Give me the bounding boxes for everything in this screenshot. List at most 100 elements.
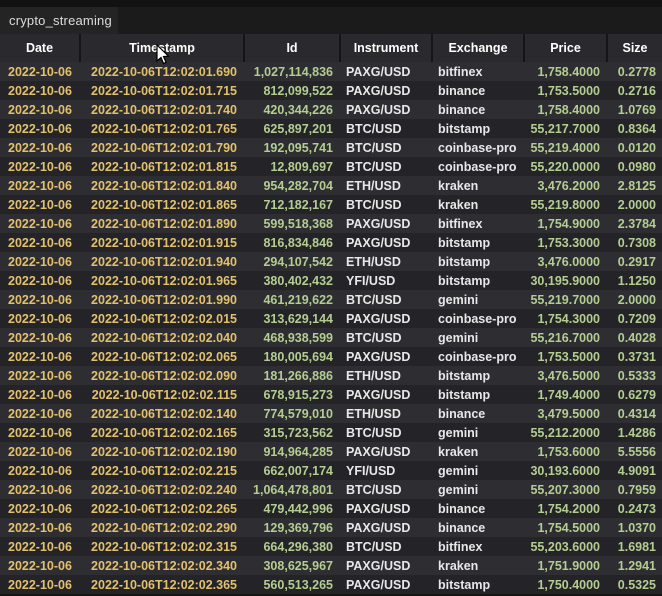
cell-date[interactable]: 2022-10-06 — [0, 404, 80, 423]
cell-timestamp[interactable]: 2022-10-06T12:02:01.715 — [80, 81, 244, 100]
table-row[interactable]: 2022-10-062022-10-06T12:02:01.865712,182… — [0, 195, 662, 214]
cell-id[interactable]: 914,964,285 — [244, 442, 340, 461]
column-header-timestamp[interactable]: Timestamp — [80, 34, 244, 62]
cell-price[interactable]: 1,751.9000 — [524, 556, 607, 575]
cell-id[interactable]: 664,296,380 — [244, 537, 340, 556]
cell-id[interactable]: 1,064,478,801 — [244, 480, 340, 499]
cell-exchange[interactable]: coinbase-pro — [432, 138, 524, 157]
table-row[interactable]: 2022-10-062022-10-06T12:02:02.265479,442… — [0, 499, 662, 518]
cell-size[interactable]: 1.6981 — [607, 537, 662, 556]
cell-date[interactable]: 2022-10-06 — [0, 423, 80, 442]
cell-exchange[interactable]: binance — [432, 81, 524, 100]
cell-exchange[interactable]: bitstamp — [432, 252, 524, 271]
cell-price[interactable]: 1,753.6000 — [524, 442, 607, 461]
cell-instrument[interactable]: PAXG/USD — [340, 309, 432, 328]
table-row[interactable]: 2022-10-062022-10-06T12:02:02.165315,723… — [0, 423, 662, 442]
cell-exchange[interactable]: gemini — [432, 328, 524, 347]
table-row[interactable]: 2022-10-062022-10-06T12:02:02.140774,579… — [0, 404, 662, 423]
cell-instrument[interactable]: YFI/USD — [340, 461, 432, 480]
cell-exchange[interactable]: binance — [432, 518, 524, 537]
cell-instrument[interactable]: ETH/USD — [340, 366, 432, 385]
cell-timestamp[interactable]: 2022-10-06T12:02:01.790 — [80, 138, 244, 157]
cell-id[interactable]: 1,027,114,836 — [244, 62, 340, 81]
cell-size[interactable]: 0.0120 — [607, 138, 662, 157]
cell-date[interactable]: 2022-10-06 — [0, 328, 80, 347]
cell-size[interactable]: 0.8364 — [607, 119, 662, 138]
cell-exchange[interactable]: coinbase-pro — [432, 157, 524, 176]
cell-price[interactable]: 1,750.4000 — [524, 575, 607, 594]
cell-date[interactable]: 2022-10-06 — [0, 214, 80, 233]
cell-price[interactable]: 55,220.0000 — [524, 157, 607, 176]
cell-instrument[interactable]: PAXG/USD — [340, 62, 432, 81]
table-row[interactable]: 2022-10-062022-10-06T12:02:01.6901,027,1… — [0, 62, 662, 81]
cell-exchange[interactable]: kraken — [432, 176, 524, 195]
cell-id[interactable]: 420,344,226 — [244, 100, 340, 119]
cell-id[interactable]: 313,629,144 — [244, 309, 340, 328]
cell-date[interactable]: 2022-10-06 — [0, 100, 80, 119]
table-row[interactable]: 2022-10-062022-10-06T12:02:01.965380,402… — [0, 271, 662, 290]
cell-id[interactable]: 816,834,846 — [244, 233, 340, 252]
cell-size[interactable]: 5.5556 — [607, 442, 662, 461]
column-header-instrument[interactable]: Instrument — [340, 34, 432, 62]
table-row[interactable]: 2022-10-062022-10-06T12:02:01.740420,344… — [0, 100, 662, 119]
cell-timestamp[interactable]: 2022-10-06T12:02:02.340 — [80, 556, 244, 575]
column-header-id[interactable]: Id — [244, 34, 340, 62]
cell-date[interactable]: 2022-10-06 — [0, 157, 80, 176]
cell-price[interactable]: 55,219.4000 — [524, 138, 607, 157]
cell-price[interactable]: 55,219.7000 — [524, 290, 607, 309]
cell-price[interactable]: 1,758.4000 — [524, 62, 607, 81]
cell-timestamp[interactable]: 2022-10-06T12:02:02.090 — [80, 366, 244, 385]
cell-instrument[interactable]: BTC/USD — [340, 328, 432, 347]
cell-id[interactable]: 625,897,201 — [244, 119, 340, 138]
cell-price[interactable]: 55,207.3000 — [524, 480, 607, 499]
column-header-date[interactable]: Date — [0, 34, 80, 62]
cell-date[interactable]: 2022-10-06 — [0, 62, 80, 81]
cell-instrument[interactable]: BTC/USD — [340, 195, 432, 214]
cell-instrument[interactable]: PAXG/USD — [340, 575, 432, 594]
cell-price[interactable]: 55,217.7000 — [524, 119, 607, 138]
cell-instrument[interactable]: PAXG/USD — [340, 81, 432, 100]
table-row[interactable]: 2022-10-062022-10-06T12:02:01.81512,809,… — [0, 157, 662, 176]
cell-exchange[interactable]: bitstamp — [432, 233, 524, 252]
cell-timestamp[interactable]: 2022-10-06T12:02:02.065 — [80, 347, 244, 366]
cell-timestamp[interactable]: 2022-10-06T12:02:02.290 — [80, 518, 244, 537]
cell-timestamp[interactable]: 2022-10-06T12:02:01.915 — [80, 233, 244, 252]
table-row[interactable]: 2022-10-062022-10-06T12:02:01.915816,834… — [0, 233, 662, 252]
cell-timestamp[interactable]: 2022-10-06T12:02:01.690 — [80, 62, 244, 81]
cell-price[interactable]: 55,212.2000 — [524, 423, 607, 442]
cell-instrument[interactable]: BTC/USD — [340, 119, 432, 138]
table-row[interactable]: 2022-10-062022-10-06T12:02:02.115678,915… — [0, 385, 662, 404]
cell-timestamp[interactable]: 2022-10-06T12:02:01.815 — [80, 157, 244, 176]
cell-date[interactable]: 2022-10-06 — [0, 461, 80, 480]
cell-instrument[interactable]: PAXG/USD — [340, 214, 432, 233]
cell-timestamp[interactable]: 2022-10-06T12:02:02.165 — [80, 423, 244, 442]
cell-date[interactable]: 2022-10-06 — [0, 195, 80, 214]
cell-price[interactable]: 55,219.8000 — [524, 195, 607, 214]
cell-size[interactable]: 0.6279 — [607, 385, 662, 404]
table-row[interactable]: 2022-10-062022-10-06T12:02:02.2401,064,4… — [0, 480, 662, 499]
cell-timestamp[interactable]: 2022-10-06T12:02:02.040 — [80, 328, 244, 347]
cell-instrument[interactable]: PAXG/USD — [340, 556, 432, 575]
cell-exchange[interactable]: binance — [432, 100, 524, 119]
cell-date[interactable]: 2022-10-06 — [0, 290, 80, 309]
cell-timestamp[interactable]: 2022-10-06T12:02:02.140 — [80, 404, 244, 423]
cell-date[interactable]: 2022-10-06 — [0, 366, 80, 385]
column-header-exchange[interactable]: Exchange — [432, 34, 524, 62]
cell-price[interactable]: 3,476.0000 — [524, 252, 607, 271]
cell-price[interactable]: 1,749.4000 — [524, 385, 607, 404]
cell-date[interactable]: 2022-10-06 — [0, 575, 80, 594]
table-row[interactable]: 2022-10-062022-10-06T12:02:01.790192,095… — [0, 138, 662, 157]
cell-size[interactable]: 0.7959 — [607, 480, 662, 499]
cell-instrument[interactable]: BTC/USD — [340, 423, 432, 442]
cell-size[interactable]: 4.9091 — [607, 461, 662, 480]
cell-size[interactable]: 1.2941 — [607, 556, 662, 575]
cell-id[interactable]: 12,809,697 — [244, 157, 340, 176]
cell-date[interactable]: 2022-10-06 — [0, 119, 80, 138]
cell-price[interactable]: 1,754.5000 — [524, 518, 607, 537]
cell-date[interactable]: 2022-10-06 — [0, 442, 80, 461]
cell-size[interactable]: 0.5325 — [607, 575, 662, 594]
cell-instrument[interactable]: ETH/USD — [340, 176, 432, 195]
cell-id[interactable]: 560,513,265 — [244, 575, 340, 594]
table-row[interactable]: 2022-10-062022-10-06T12:02:02.015313,629… — [0, 309, 662, 328]
cell-instrument[interactable]: BTC/USD — [340, 138, 432, 157]
